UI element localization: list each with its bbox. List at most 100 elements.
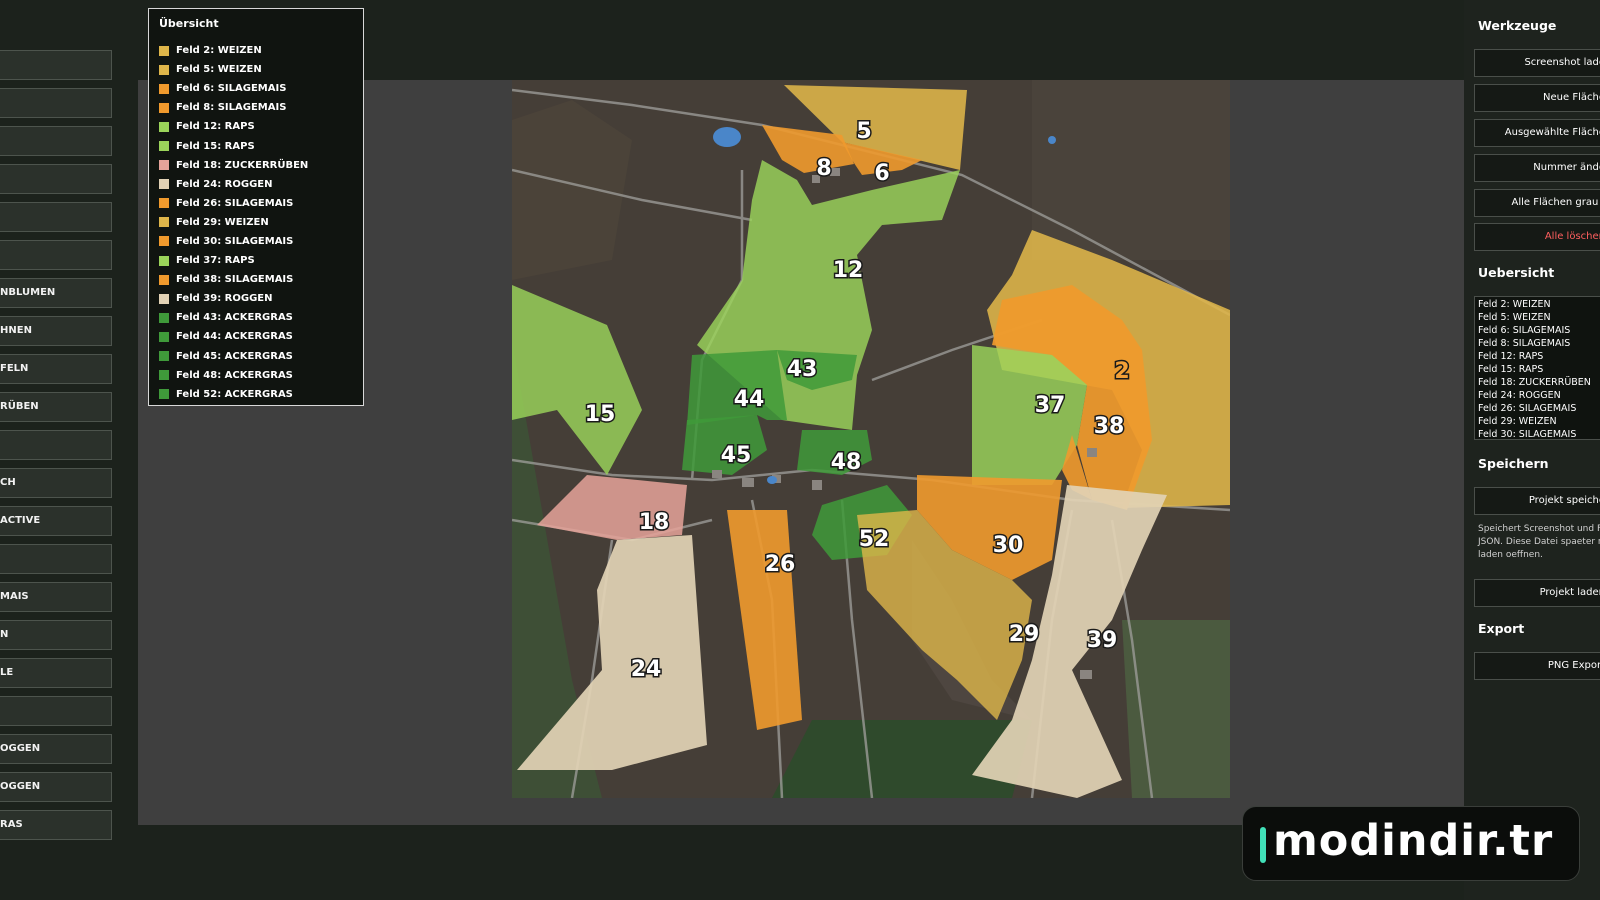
- legend-label: Feld 30: SILAGEMAIS: [176, 235, 294, 247]
- crop-type-button[interactable]: FELN: [0, 354, 112, 384]
- legend-swatch: [159, 198, 169, 209]
- legend-label: Feld 18: ZUCKERRÜBEN: [176, 159, 309, 171]
- crop-type-button[interactable]: [0, 544, 112, 574]
- legend-label: Feld 37: RAPS: [176, 255, 255, 267]
- crop-type-button[interactable]: OGGEN: [0, 734, 112, 764]
- overview-item[interactable]: Feld 30: SILAGEMAIS: [1478, 428, 1600, 439]
- field-label-6[interactable]: 6: [873, 160, 891, 188]
- crop-type-button[interactable]: [0, 430, 112, 460]
- legend-swatch: [159, 141, 169, 152]
- legend-label: Feld 29: WEIZEN: [176, 216, 269, 228]
- legend-item: Feld 37: RAPS: [159, 251, 308, 270]
- crop-type-button[interactable]: [0, 164, 112, 194]
- delete-all-button[interactable]: Alle löschen: [1474, 223, 1600, 251]
- overview-listbox[interactable]: Feld 2: WEIZEN Feld 5: WEIZEN Feld 6: SILA…: [1474, 296, 1600, 440]
- legend-swatch: [159, 236, 169, 247]
- new-area-button[interactable]: Neue Fläche: [1474, 84, 1600, 112]
- crop-type-button[interactable]: N: [0, 620, 112, 650]
- selected-area-button[interactable]: Ausgewählte Fläche: [1474, 119, 1600, 147]
- crop-type-button[interactable]: [0, 50, 112, 80]
- field-label-24[interactable]: 24: [629, 656, 663, 684]
- save-note: Speichert Screenshot und F JSON. Diese D…: [1478, 524, 1600, 560]
- overview-item[interactable]: Feld 29: WEIZEN: [1478, 415, 1600, 428]
- legend-label: Feld 38: SILAGEMAIS: [176, 274, 294, 286]
- crop-type-button[interactable]: ACTIVE: [0, 506, 112, 536]
- overview-item[interactable]: Feld 26: SILAGEMAIS: [1478, 402, 1600, 415]
- field-label-52[interactable]: 52: [857, 526, 891, 554]
- overview-item[interactable]: Feld 5: WEIZEN: [1478, 311, 1600, 324]
- field-label-12[interactable]: 12: [831, 257, 865, 285]
- crop-type-button[interactable]: [0, 88, 112, 118]
- legend-label: Feld 44: ACKERGRAS: [176, 331, 293, 343]
- field-label-26[interactable]: 26: [763, 551, 797, 579]
- legend-swatch: [159, 331, 169, 342]
- overview-item[interactable]: Feld 8: SILAGEMAIS: [1478, 337, 1600, 350]
- overview-item[interactable]: Feld 6: SILAGEMAIS: [1478, 324, 1600, 337]
- legend-swatch: [159, 389, 169, 400]
- save-project-button[interactable]: Projekt speiche: [1474, 487, 1600, 515]
- legend-label: Feld 48: ACKERGRAS: [176, 369, 293, 381]
- field-label-29[interactable]: 29: [1007, 621, 1041, 649]
- crop-type-button[interactable]: HNEN: [0, 316, 112, 346]
- watermark-bar: [1260, 827, 1266, 863]
- farm-map[interactable]: 5 8 6 12 2 43 44 15 37 38 45 48 18 52 30…: [512, 80, 1230, 798]
- legend-label: Feld 24: ROGGEN: [176, 178, 273, 190]
- crop-type-button[interactable]: [0, 696, 112, 726]
- overview-item[interactable]: Feld 18: ZUCKERRÜBEN: [1478, 376, 1600, 389]
- legend-label: Feld 6: SILAGEMAIS: [176, 83, 287, 95]
- load-screenshot-button[interactable]: Screenshot lade: [1474, 49, 1600, 77]
- legend-item: Feld 8: SILAGEMAIS: [159, 98, 308, 117]
- watermark-text: modindir.tr: [1273, 816, 1554, 866]
- field-label-2[interactable]: 2: [1113, 358, 1131, 386]
- crop-type-button[interactable]: RÜBEN: [0, 392, 112, 422]
- crop-type-button[interactable]: [0, 202, 112, 232]
- save-title: Speichern: [1478, 456, 1549, 471]
- crop-type-button[interactable]: OGGEN: [0, 772, 112, 802]
- field-label-39[interactable]: 39: [1085, 627, 1119, 655]
- field-label-18[interactable]: 18: [637, 509, 671, 537]
- field-label-30[interactable]: 30: [991, 532, 1025, 560]
- legend-swatch: [159, 274, 169, 285]
- legend-swatch: [159, 255, 169, 266]
- field-label-44[interactable]: 44: [732, 386, 766, 414]
- legend-swatch: [159, 312, 169, 323]
- crop-type-button[interactable]: RAS: [0, 810, 112, 840]
- field-label-45[interactable]: 45: [719, 442, 753, 470]
- watermark-logo: modindir.tr: [1242, 806, 1580, 881]
- legend-swatch: [159, 351, 169, 362]
- legend-label: Feld 43: ACKERGRAS: [176, 312, 293, 324]
- field-label-48[interactable]: 48: [829, 449, 863, 477]
- legend-label: Feld 12: RAPS: [176, 121, 255, 133]
- field-label-8[interactable]: 8: [815, 155, 833, 183]
- overview-item[interactable]: Feld 24: ROGGEN: [1478, 389, 1600, 402]
- overview-item[interactable]: Feld 15: RAPS: [1478, 363, 1600, 376]
- change-number-button[interactable]: Nummer ände: [1474, 154, 1600, 182]
- load-project-button[interactable]: Projekt laden: [1474, 579, 1600, 607]
- crop-type-button[interactable]: [0, 126, 112, 156]
- overview-item[interactable]: Feld 2: WEIZEN: [1478, 298, 1600, 311]
- field-label-37[interactable]: 37: [1033, 392, 1067, 420]
- field-label-38[interactable]: 38: [1092, 413, 1126, 441]
- crop-type-button[interactable]: CH: [0, 468, 112, 498]
- legend-item: Feld 52: ACKERGRAS: [159, 385, 308, 404]
- field-label-5[interactable]: 5: [855, 118, 873, 146]
- legend-label: Feld 45: ACKERGRAS: [176, 350, 293, 362]
- crop-type-button[interactable]: LE: [0, 658, 112, 688]
- legend-item: Feld 2: WEIZEN: [159, 41, 308, 60]
- legend-item: Feld 18: ZUCKERRÜBEN: [159, 156, 308, 175]
- field-label-15[interactable]: 15: [583, 401, 617, 429]
- field-label-43[interactable]: 43: [785, 356, 819, 384]
- overview-item[interactable]: Feld 12: RAPS: [1478, 350, 1600, 363]
- legend-swatch: [159, 293, 169, 304]
- crop-type-button[interactable]: MAIS: [0, 582, 112, 612]
- legend-swatch: [159, 370, 169, 381]
- legend-swatch: [159, 217, 169, 228]
- legend-label: Feld 15: RAPS: [176, 140, 255, 152]
- crop-type-button[interactable]: [0, 240, 112, 270]
- legend-item: Feld 39: ROGGEN: [159, 289, 308, 308]
- legend-swatch: [159, 64, 169, 75]
- png-export-button[interactable]: PNG Export: [1474, 652, 1600, 680]
- crop-type-button[interactable]: NBLUMEN: [0, 278, 112, 308]
- all-areas-gray-button[interactable]: Alle Flächen grau f: [1474, 189, 1600, 217]
- export-title: Export: [1478, 621, 1525, 636]
